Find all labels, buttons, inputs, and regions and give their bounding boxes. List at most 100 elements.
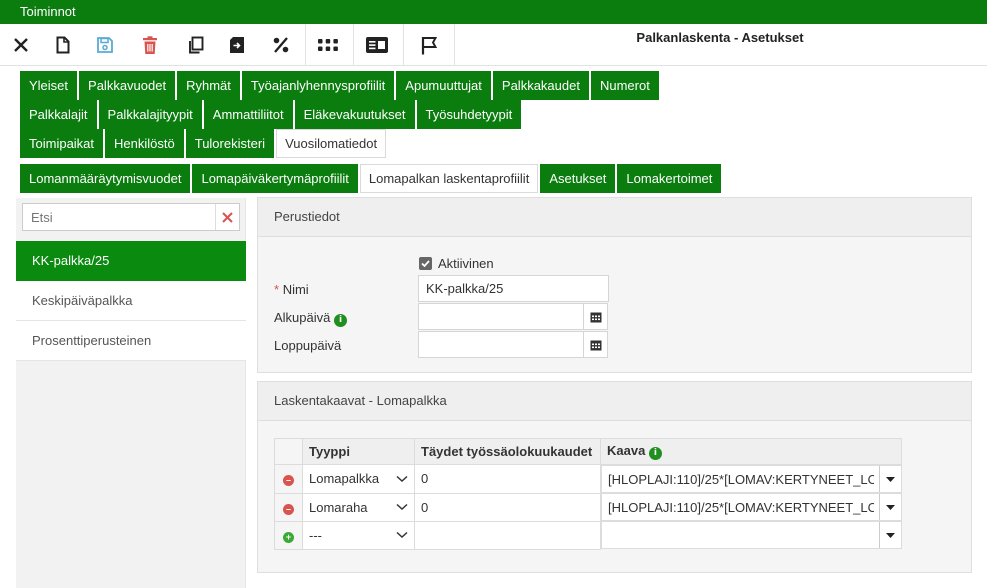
subtab-lomapaivakertymaprofiilit[interactable]: Lomapäiväkertymäprofiilit xyxy=(192,164,358,193)
end-date-field[interactable] xyxy=(418,331,584,358)
table-row: – Lomaraha 0 [HLOPLAJI:110]/25*[LOMAV:KE… xyxy=(274,492,902,522)
formulas-panel: Laskentakaavat - Lomapalkka Tyyppi Täyde… xyxy=(257,381,972,573)
tab-henkilosto[interactable]: Henkilöstö xyxy=(105,129,184,158)
formula-table: Tyyppi Täydet työssäolokuukaudet Kaava i… xyxy=(274,438,902,550)
formula-field[interactable]: [HLOPLAJI:110]/25*[LOMAV:KERTYNEET_LOMAP… xyxy=(601,493,902,521)
calendar-icon xyxy=(590,340,601,350)
formula-dropdown-button[interactable] xyxy=(878,494,901,520)
tab-ryhmat[interactable]: Ryhmät xyxy=(177,71,240,100)
tab-vuosilomatiedot[interactable]: Vuosilomatiedot xyxy=(276,129,387,158)
table-header-row: Tyyppi Täydet työssäolokuukaudet Kaava i xyxy=(274,438,902,465)
checkmark-icon xyxy=(421,260,430,268)
add-row-button[interactable]: + xyxy=(274,520,303,550)
save-button[interactable] xyxy=(90,24,120,66)
info-icon[interactable]: i xyxy=(334,314,347,327)
search-box xyxy=(22,203,240,231)
start-date-field[interactable] xyxy=(418,303,584,330)
subtab-row: Lomanmääräytymisvuodet Lomapäiväkertymäp… xyxy=(20,164,722,193)
header-action-cell xyxy=(274,438,303,465)
formula-dropdown-button[interactable] xyxy=(878,522,901,548)
new-button[interactable] xyxy=(48,24,78,66)
clear-icon xyxy=(222,211,233,223)
tab-toimipaikat[interactable]: Toimipaikat xyxy=(20,129,104,158)
tab-ammattiliitot[interactable]: Ammattiliitot xyxy=(203,100,293,129)
months-field[interactable] xyxy=(414,520,601,550)
toolbar-divider xyxy=(454,24,455,66)
tab-palkkakaudet[interactable]: Palkkakaudet xyxy=(492,71,589,100)
formula-field[interactable]: [HLOPLAJI:110]/25*[LOMAV:KERTYNEET_LOMAP… xyxy=(601,465,902,493)
close-icon xyxy=(14,38,28,52)
active-checkbox[interactable] xyxy=(419,257,432,270)
percent-button[interactable] xyxy=(266,24,296,66)
profile-item-prosenttiperusteinen[interactable]: Prosenttiperusteinen xyxy=(16,321,246,361)
formula-dropdown-button[interactable] xyxy=(878,466,901,492)
id-card-button[interactable] xyxy=(362,24,392,66)
type-select[interactable]: --- xyxy=(302,520,415,550)
months-field[interactable]: 0 xyxy=(414,464,601,494)
table-row: + --- xyxy=(274,520,902,550)
end-date-picker-button[interactable] xyxy=(583,331,608,358)
basic-info-panel: Perustiedot Aktiivinen * Nimi KK-palkka/… xyxy=(257,197,972,373)
tab-apumuuttujat[interactable]: Apumuuttujat xyxy=(396,71,491,100)
name-field[interactable]: KK-palkka/25 xyxy=(418,275,609,302)
tab-tulorekisteri[interactable]: Tulorekisteri xyxy=(185,129,275,158)
page-title: Palkanlaskenta - Asetukset xyxy=(636,30,804,45)
clear-search-button[interactable] xyxy=(215,204,239,230)
toolbar-divider xyxy=(353,24,354,66)
tab-elakevakuutukset[interactable]: Eläkevakuutukset xyxy=(294,100,415,129)
subtab-lomakertoimet[interactable]: Lomakertoimet xyxy=(617,164,722,193)
top-menu-title[interactable]: Toiminnot xyxy=(20,4,76,19)
profile-item-kk-palkka[interactable]: KK-palkka/25 xyxy=(16,241,246,281)
profile-sidebar: KK-palkka/25 Keskipäiväpalkka Prosenttip… xyxy=(16,198,246,588)
delete-button[interactable] xyxy=(135,24,165,66)
required-mark: * xyxy=(274,282,280,297)
active-label: Aktiivinen xyxy=(438,256,494,271)
remove-row-button[interactable]: – xyxy=(274,464,303,494)
close-button[interactable] xyxy=(6,24,36,66)
percent-icon xyxy=(273,37,289,53)
months-field[interactable]: 0 xyxy=(414,492,601,522)
start-date-label-text: Alkupäivä xyxy=(274,310,331,325)
save-icon xyxy=(97,37,113,53)
profile-item-keskipaivapalkka[interactable]: Keskipäiväpalkka xyxy=(16,281,246,321)
end-date-label: Loppupäivä xyxy=(274,338,342,353)
caret-down-icon xyxy=(885,532,895,538)
tab-palkkalajityypit[interactable]: Palkkalajityypit xyxy=(98,100,202,129)
apps-button[interactable] xyxy=(313,24,343,66)
tab-numerot[interactable]: Numerot xyxy=(590,71,659,100)
chevron-down-icon xyxy=(396,503,408,511)
calendar-icon xyxy=(590,312,601,322)
flag-button[interactable] xyxy=(414,24,444,66)
tab-tyoajanlyhennysprofiilit[interactable]: Työajanlyhennysprofiilit xyxy=(241,71,395,100)
tab-tyosuhdetyypit[interactable]: Työsuhdetyypit xyxy=(416,100,522,129)
search-input[interactable] xyxy=(23,204,219,230)
type-value: Lomaraha xyxy=(309,499,368,515)
remove-icon: – xyxy=(283,475,294,487)
subtab-lomanmaaraytymisvuodet[interactable]: Lomanmääräytymisvuodet xyxy=(20,164,191,193)
basic-info-title: Perustiedot xyxy=(258,198,971,237)
flag-icon xyxy=(421,36,437,54)
type-select[interactable]: Lomapalkka xyxy=(302,464,415,494)
export-button[interactable] xyxy=(222,24,252,66)
export-icon xyxy=(230,37,244,53)
tab-yleiset[interactable]: Yleiset xyxy=(20,71,78,100)
info-icon[interactable]: i xyxy=(648,447,662,460)
start-date-picker-button[interactable] xyxy=(583,303,608,330)
formula-value: [HLOPLAJI:110]/25*[LOMAV:KERTYNEET_LOMAP… xyxy=(608,471,874,487)
formula-field[interactable] xyxy=(601,521,902,549)
type-value: --- xyxy=(309,527,322,543)
subtab-asetukset[interactable]: Asetukset xyxy=(540,164,616,193)
copy-button[interactable] xyxy=(180,24,210,66)
tab-palkkalajit[interactable]: Palkkalajit xyxy=(20,100,97,129)
column-header-type: Tyyppi xyxy=(302,438,415,465)
apps-grid-icon xyxy=(318,39,338,51)
chevron-down-icon xyxy=(396,531,408,539)
type-select[interactable]: Lomaraha xyxy=(302,492,415,522)
new-document-icon xyxy=(56,36,70,54)
column-header-formula-text: Kaava xyxy=(607,443,646,458)
tab-palkkavuodet[interactable]: Palkkavuodet xyxy=(79,71,176,100)
chevron-down-icon xyxy=(396,475,408,482)
subtab-lomapalkan-laskentaprofiilit[interactable]: Lomapalkan laskentaprofiilit xyxy=(359,164,539,193)
formula-value: [HLOPLAJI:110]/25*[LOMAV:KERTYNEET_LOMAP… xyxy=(608,499,874,515)
remove-row-button[interactable]: – xyxy=(274,492,303,522)
